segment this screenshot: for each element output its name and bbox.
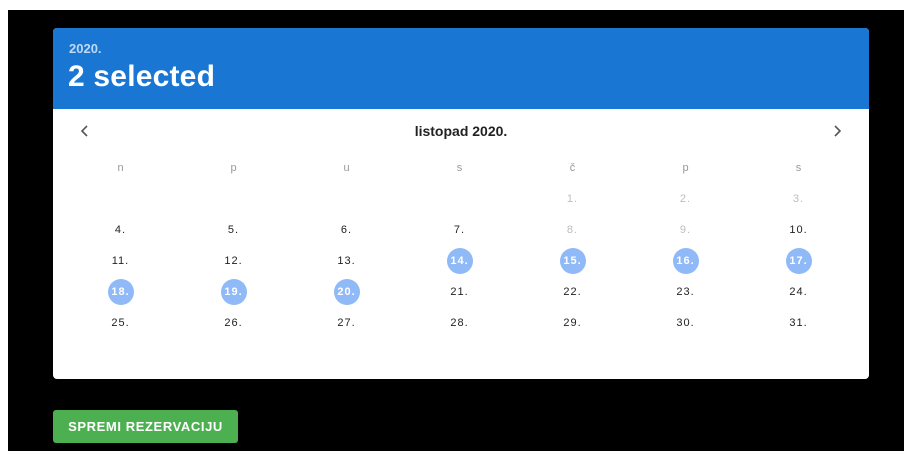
day-cell: 16. xyxy=(629,245,742,276)
selection-count-title: 2 selected xyxy=(68,60,216,93)
month-label[interactable]: listopad 2020. xyxy=(53,123,869,139)
day-cell: 18. xyxy=(64,276,177,307)
day-button[interactable]: 11. xyxy=(108,248,134,274)
day-button[interactable]: 27. xyxy=(334,310,360,336)
day-button[interactable]: 31. xyxy=(786,310,812,336)
day-cell: 31. xyxy=(742,307,855,338)
day-cell: 5. xyxy=(177,214,290,245)
week-row: 11. 12. 13. 14. 15. 16. 17. xyxy=(53,245,869,276)
day-cell xyxy=(177,183,290,214)
day-cell: 29. xyxy=(516,307,629,338)
weekday-label: s xyxy=(795,162,802,174)
week-row: 1. 2. 3. xyxy=(53,183,869,214)
day-button[interactable]: 26. xyxy=(221,310,247,336)
chevron-right-icon xyxy=(834,125,842,137)
day-button[interactable]: 7. xyxy=(447,217,473,243)
day-cell: 1. xyxy=(516,183,629,214)
selected-day-button[interactable]: 19. xyxy=(220,278,247,305)
save-reservation-button[interactable]: SPREMI REZERVACIJU xyxy=(53,410,238,443)
day-cell: 19. xyxy=(177,276,290,307)
next-month-button[interactable] xyxy=(821,115,853,147)
day-button[interactable]: 4. xyxy=(108,217,134,243)
day-button: 3. xyxy=(792,192,805,205)
day-button: 1. xyxy=(566,192,579,205)
weekday-label: n xyxy=(117,162,124,174)
weekday-label: u xyxy=(343,162,350,174)
day-cell: 9. xyxy=(629,214,742,245)
weekday-label: s xyxy=(456,162,463,174)
day-cell: 14. xyxy=(403,245,516,276)
day-cell: 12. xyxy=(177,245,290,276)
week-rows: 1. 2. 3. 4. 5. 6. 7. 8. 9. 10. 11. 12. 13. 14. 15. 16. 1… xyxy=(53,183,869,338)
day-button: 9. xyxy=(679,223,692,236)
day-button[interactable]: 30. xyxy=(673,310,699,336)
day-button[interactable]: 25. xyxy=(108,310,134,336)
selected-day-button[interactable]: 18. xyxy=(107,278,134,305)
day-cell: 22. xyxy=(516,276,629,307)
weekday-label: p xyxy=(682,162,689,174)
day-cell: 17. xyxy=(742,245,855,276)
weekday-header-row: n p u s č p s xyxy=(53,153,869,183)
day-button[interactable]: 23. xyxy=(673,279,699,305)
week-row: 18. 19. 20. 21. 22. 23. 24. xyxy=(53,276,869,307)
day-button[interactable]: 13. xyxy=(334,248,360,274)
day-button[interactable]: 6. xyxy=(334,217,360,243)
selected-day-button[interactable]: 17. xyxy=(785,247,812,274)
weekday-label: p xyxy=(230,162,237,174)
day-cell: 23. xyxy=(629,276,742,307)
day-cell: 28. xyxy=(403,307,516,338)
day-button[interactable]: 10. xyxy=(786,217,812,243)
week-row: 25. 26. 27. 28. 29. 30. 31. xyxy=(53,307,869,338)
day-cell: 26. xyxy=(177,307,290,338)
day-cell: 11. xyxy=(64,245,177,276)
week-row: 4. 5. 6. 7. 8. 9. 10. xyxy=(53,214,869,245)
day-button[interactable]: 24. xyxy=(786,279,812,305)
day-cell: 8. xyxy=(516,214,629,245)
date-range-picker: 2020. 2 selected listopad 2020. n p u s … xyxy=(53,28,869,379)
day-cell: 13. xyxy=(290,245,403,276)
day-cell: 4. xyxy=(64,214,177,245)
day-button[interactable]: 12. xyxy=(221,248,247,274)
day-cell xyxy=(403,183,516,214)
day-cell: 27. xyxy=(290,307,403,338)
month-navigation: listopad 2020. xyxy=(53,109,869,153)
picker-header: 2020. 2 selected xyxy=(53,28,869,109)
day-button[interactable]: 29. xyxy=(560,310,586,336)
day-cell: 30. xyxy=(629,307,742,338)
selected-day-button[interactable]: 16. xyxy=(672,247,699,274)
day-button: 2. xyxy=(679,192,692,205)
calendar-grid: n p u s č p s 1. 2. 3. 4. 5. 6. 7. 8. 9. 10. 11. 12… xyxy=(53,153,869,338)
day-cell: 21. xyxy=(403,276,516,307)
day-cell: 2. xyxy=(629,183,742,214)
selected-day-button[interactable]: 14. xyxy=(446,247,473,274)
day-cell: 20. xyxy=(290,276,403,307)
day-cell: 24. xyxy=(742,276,855,307)
selected-day-button[interactable]: 20. xyxy=(333,278,360,305)
selected-day-button[interactable]: 15. xyxy=(559,247,586,274)
day-cell: 15. xyxy=(516,245,629,276)
day-cell: 7. xyxy=(403,214,516,245)
day-cell xyxy=(290,183,403,214)
day-cell: 25. xyxy=(64,307,177,338)
day-button[interactable]: 28. xyxy=(447,310,473,336)
day-cell: 10. xyxy=(742,214,855,245)
day-button[interactable]: 5. xyxy=(221,217,247,243)
day-button[interactable]: 21. xyxy=(447,279,473,305)
day-cell xyxy=(64,183,177,214)
header-year[interactable]: 2020. xyxy=(69,41,102,56)
day-button[interactable]: 22. xyxy=(560,279,586,305)
day-cell: 6. xyxy=(290,214,403,245)
day-button: 8. xyxy=(566,223,579,236)
day-cell: 3. xyxy=(742,183,855,214)
weekday-label: č xyxy=(569,162,576,174)
